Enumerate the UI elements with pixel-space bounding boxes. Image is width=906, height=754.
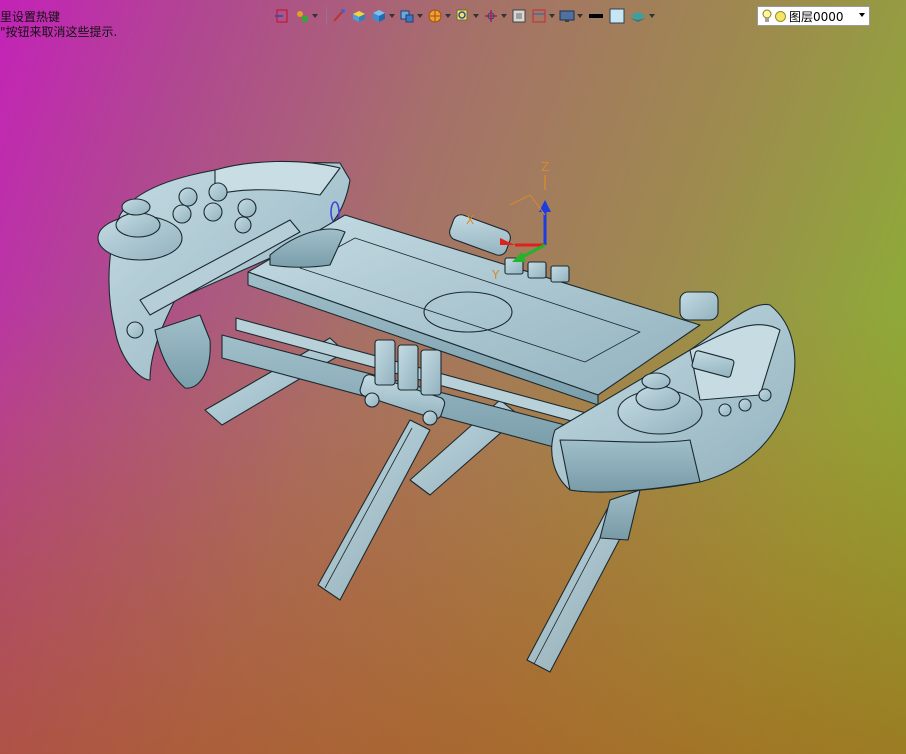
- axis-label-x: X: [466, 213, 474, 227]
- section-button[interactable]: [531, 5, 555, 27]
- axis-icon: [485, 10, 497, 22]
- line-color-button[interactable]: [587, 5, 605, 27]
- bulb-icon: [762, 9, 772, 22]
- line-color-icon: [589, 14, 603, 18]
- render-icon: [428, 9, 442, 23]
- axis-label-y: Y: [491, 268, 500, 282]
- leg-front-left: [317, 419, 431, 601]
- box-button[interactable]: [351, 5, 367, 27]
- open-button[interactable]: [274, 5, 290, 27]
- snap-icon: [297, 11, 308, 22]
- snap-button[interactable]: [294, 5, 318, 27]
- layer-button[interactable]: [629, 5, 655, 27]
- zoom-icon: [456, 9, 468, 21]
- hinge-assembly: [359, 339, 446, 426]
- cube-icon: [373, 10, 385, 22]
- chevron-down-icon[interactable]: [859, 13, 865, 17]
- layer-icon: [630, 12, 646, 22]
- hint-line-2: "按钮来取消这些提示.: [0, 25, 118, 39]
- open-icon: [275, 9, 288, 23]
- axis-label-z: Z: [541, 160, 549, 174]
- pen-button[interactable]: [331, 5, 347, 27]
- frame-icon: [512, 9, 526, 23]
- axis-button[interactable]: [483, 5, 507, 27]
- cube-button[interactable]: [371, 5, 395, 27]
- sun-icon: [775, 10, 786, 22]
- box-icon: [353, 11, 365, 22]
- left-joystick-cap: [121, 198, 151, 216]
- section-icon: [532, 9, 546, 23]
- display-icon: [559, 10, 575, 22]
- pen-icon: [333, 9, 345, 22]
- frame-button[interactable]: [511, 5, 527, 27]
- fill-color-icon: [609, 8, 625, 24]
- display-button[interactable]: [559, 5, 583, 27]
- fill-color-button[interactable]: [609, 5, 625, 27]
- render-button[interactable]: [427, 5, 451, 27]
- toolbar: [274, 4, 659, 28]
- layer-name: 图层0000: [789, 9, 844, 24]
- zoom-button[interactable]: [455, 5, 479, 27]
- view-icon: [400, 10, 414, 23]
- view-button[interactable]: [399, 5, 423, 27]
- hint-line-1: 里设置热键: [0, 10, 61, 24]
- right-joystick-cap: [641, 372, 671, 390]
- 3d-viewport[interactable]: Z X Y 里设置热键 "按钮来取消这些提示. 图层0000: [0, 0, 906, 754]
- layer-dropdown[interactable]: 图层0000: [757, 6, 870, 26]
- gamepad-model[interactable]: Z X Y: [0, 0, 906, 754]
